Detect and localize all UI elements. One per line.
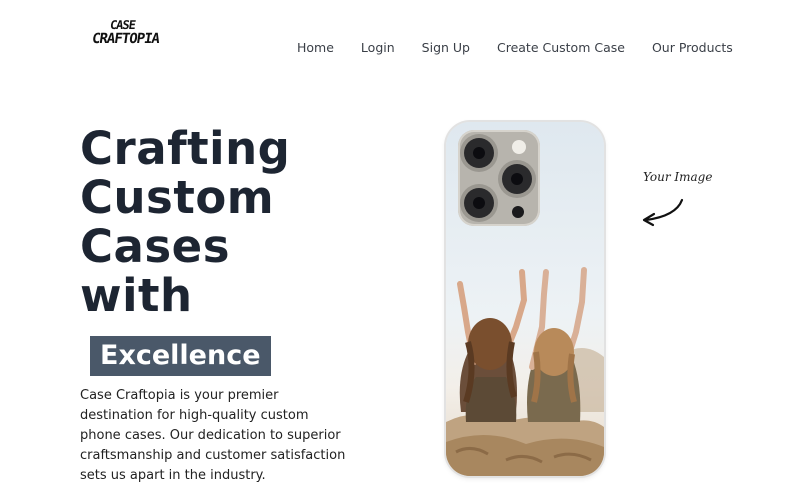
brand-logo-line1: CASE bbox=[109, 18, 136, 32]
brand-logo[interactable]: CASE CRAFTOPIA bbox=[90, 18, 172, 54]
hero-title-line: Crafting bbox=[80, 122, 291, 175]
nav-link-our-products[interactable]: Our Products bbox=[652, 40, 733, 55]
camera-lens-icon bbox=[464, 138, 494, 168]
brand-logo-line2: CRAFTOPIA bbox=[90, 31, 160, 47]
nav-link-sign-up[interactable]: Sign Up bbox=[422, 40, 470, 55]
hero-title-line: with bbox=[80, 269, 193, 322]
camera-lens-icon bbox=[464, 188, 494, 218]
nav-link-home[interactable]: Home bbox=[297, 40, 334, 55]
hero-description: Case Craftopia is your premier destinati… bbox=[80, 388, 346, 483]
phone-camera-module bbox=[458, 130, 540, 226]
hero-title-line: Custom bbox=[80, 171, 275, 224]
camera-lens-icon bbox=[502, 164, 532, 194]
main-nav: Home Login Sign Up Create Custom Case Ou… bbox=[297, 40, 760, 55]
camera-flash-icon bbox=[512, 140, 526, 154]
curved-arrow-icon bbox=[642, 198, 684, 227]
your-image-annotation: Your Image bbox=[643, 170, 713, 184]
hero-highlight-badge: Excellence bbox=[90, 336, 271, 376]
hero-title: Crafting Custom Cases with bbox=[80, 124, 360, 320]
hero-title-line: Cases bbox=[80, 220, 230, 273]
nav-link-create-custom-case[interactable]: Create Custom Case bbox=[497, 40, 625, 55]
nav-link-login[interactable]: Login bbox=[361, 40, 395, 55]
camera-sensor-icon bbox=[512, 206, 524, 218]
